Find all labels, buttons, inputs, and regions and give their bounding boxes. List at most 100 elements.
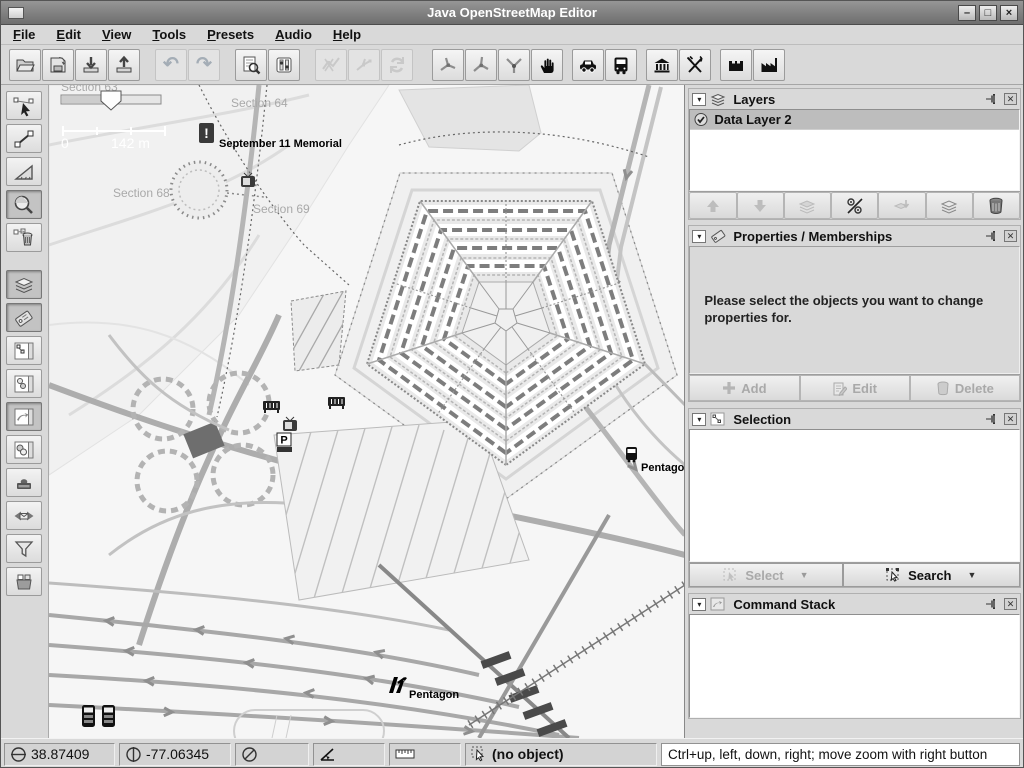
collapse-icon[interactable]: ▾: [692, 93, 706, 106]
map-styles-panel-toggle[interactable]: [6, 435, 42, 464]
castle-preset-icon: [725, 54, 747, 76]
move-layer-down-button[interactable]: [737, 192, 784, 219]
changeset-panel-toggle[interactable]: [6, 567, 42, 596]
layer-check-icon[interactable]: [693, 112, 709, 127]
bank-preset-button[interactable]: [646, 49, 678, 81]
layer-row[interactable]: Data Layer 2: [690, 110, 1019, 130]
move-layer-up-button[interactable]: [689, 192, 736, 219]
longitude-value: -77.06345: [146, 746, 209, 762]
latitude-field[interactable]: 38.87409: [4, 743, 115, 766]
close-icon[interactable]: ✕: [1004, 230, 1017, 242]
search-presets-icon: [240, 54, 262, 76]
scale-start: 0: [61, 135, 69, 151]
menu-edit[interactable]: Edit: [56, 27, 81, 42]
pin-icon[interactable]: [985, 93, 1000, 105]
map-canvas[interactable]: Section 63 Section 64 Section 68 Section…: [49, 85, 684, 738]
pan-hand-icon: [536, 54, 558, 76]
measure-tool[interactable]: [6, 157, 42, 186]
changeset-icon: [12, 571, 36, 593]
properties-message: Please select the objects you want to ch…: [689, 246, 1020, 374]
menu-audio[interactable]: Audio: [275, 27, 312, 42]
download-icon: [80, 54, 102, 76]
undo-button[interactable]: ↶: [155, 49, 187, 81]
bus-preset-button[interactable]: [605, 49, 637, 81]
pan-button[interactable]: [531, 49, 563, 81]
show-hide-layer-button[interactable]: [831, 192, 878, 219]
delete-tool[interactable]: [6, 223, 42, 252]
selection-panel-toggle[interactable]: [6, 336, 42, 365]
split-way-button[interactable]: [315, 49, 347, 81]
close-icon[interactable]: ✕: [1004, 598, 1017, 610]
command-stack-panel-toggle[interactable]: [6, 402, 42, 431]
longitude-field[interactable]: -77.06345: [119, 743, 231, 766]
pin-icon[interactable]: [985, 598, 1000, 610]
select-label: Select: [745, 568, 783, 583]
select-cursor-icon: [723, 568, 739, 583]
menu-file[interactable]: File: [13, 27, 35, 42]
delete-property-button[interactable]: Delete: [910, 375, 1020, 401]
zoom-tool[interactable]: [6, 190, 42, 219]
menu-view[interactable]: View: [102, 27, 131, 42]
filter-panel-toggle[interactable]: [6, 534, 42, 563]
map-label-bus-stop: Pentagon: [641, 462, 684, 474]
object-cursor-icon: [471, 746, 488, 763]
car-preset-button[interactable]: [572, 49, 604, 81]
restaurant-preset-button[interactable]: [679, 49, 711, 81]
upload-button[interactable]: [108, 49, 140, 81]
search-button[interactable]: Search ▼: [843, 563, 1020, 587]
relations-panel-toggle[interactable]: [6, 369, 42, 398]
properties-panel: ▾ Properties / Memberships ✕ Please sele…: [688, 225, 1021, 402]
maximize-button[interactable]: □: [979, 5, 997, 21]
layer-opacity-button[interactable]: [784, 192, 831, 219]
castle-preset-button[interactable]: [720, 49, 752, 81]
bus-icon: [102, 705, 115, 727]
properties-panel-toggle[interactable]: [6, 303, 42, 332]
select-tool[interactable]: [6, 91, 42, 120]
selection-list[interactable]: [689, 429, 1020, 562]
layers-panel-toggle[interactable]: [6, 270, 42, 299]
select-button[interactable]: Select ▼: [689, 563, 842, 587]
menubar: File Edit View Tools Presets Audio Help: [1, 25, 1023, 45]
download-button[interactable]: [75, 49, 107, 81]
history-panel-toggle[interactable]: [6, 468, 42, 497]
duplicate-layer-button[interactable]: [926, 192, 973, 219]
edit-property-button[interactable]: Edit: [800, 375, 910, 401]
panel-title: Command Stack: [733, 597, 981, 612]
save-button[interactable]: [42, 49, 74, 81]
undo-icon: ↶: [163, 53, 179, 76]
merge-node-button[interactable]: [498, 49, 530, 81]
split-node-button[interactable]: [465, 49, 497, 81]
redo-button[interactable]: ↷: [188, 49, 220, 81]
pin-icon[interactable]: [985, 230, 1000, 242]
delete-layer-button[interactable]: [973, 192, 1020, 219]
preferences-icon: [273, 54, 295, 76]
select-move-icon: [12, 95, 36, 117]
draw-node-tool[interactable]: [6, 124, 42, 153]
command-stack-list[interactable]: [689, 614, 1020, 718]
svg-text:!: !: [204, 125, 209, 141]
update-data-button[interactable]: [381, 49, 413, 81]
menu-tools[interactable]: Tools: [152, 27, 186, 42]
collapse-icon[interactable]: ▾: [692, 598, 706, 611]
menu-presets[interactable]: Presets: [207, 27, 254, 42]
collapse-icon[interactable]: ▾: [692, 413, 706, 426]
pin-icon[interactable]: [985, 413, 1000, 425]
collapse-icon[interactable]: ▾: [692, 230, 706, 243]
close-icon[interactable]: ✕: [1004, 413, 1017, 425]
works-preset-button[interactable]: [753, 49, 785, 81]
conflicts-panel-toggle[interactable]: [6, 501, 42, 530]
ruler-icon: [395, 748, 415, 760]
close-button[interactable]: ×: [1000, 5, 1018, 21]
open-button[interactable]: [9, 49, 41, 81]
combine-way-button[interactable]: [348, 49, 380, 81]
merge-layer-button[interactable]: [878, 192, 925, 219]
add-property-button[interactable]: Add: [689, 375, 799, 401]
close-icon[interactable]: ✕: [1004, 93, 1017, 105]
search-presets-button[interactable]: [235, 49, 267, 81]
unglue-node-button[interactable]: [432, 49, 464, 81]
menu-help[interactable]: Help: [333, 27, 361, 42]
preferences-button[interactable]: [268, 49, 300, 81]
command-stack-icon: [710, 597, 726, 611]
main-toolbar: ↶ ↷: [1, 45, 1023, 85]
minimize-button[interactable]: –: [958, 5, 976, 21]
